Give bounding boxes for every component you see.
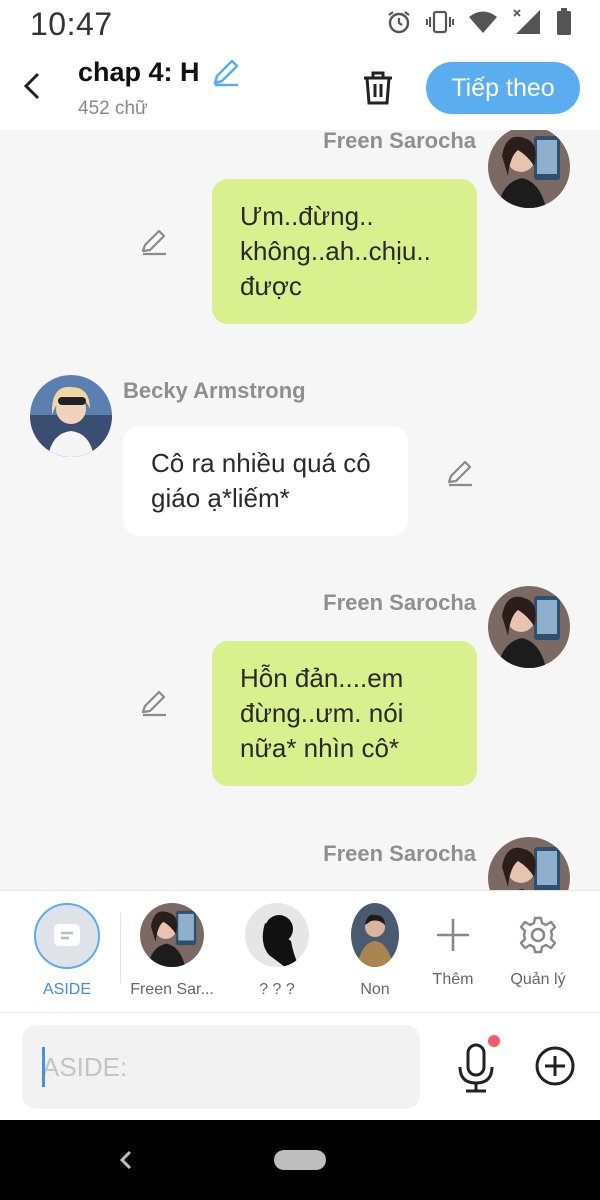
signal-icon [513,9,540,34]
trash-icon [364,71,392,105]
message-bubble[interactable]: Cô ra nhiều quá cô giáo ạ*liếm* [123,426,408,536]
avatar [351,903,399,967]
aside-icon [54,924,80,946]
character-label: Non [360,981,390,998]
message-input[interactable] [22,1025,420,1109]
character-unknown[interactable]: ? ? ? [232,903,322,999]
nav-home-button[interactable] [274,1150,326,1170]
wifi-icon [469,11,497,33]
status-icons [386,8,572,36]
avatar[interactable] [30,375,112,457]
speaker-name: Becky Armstrong [123,378,306,403]
recording-dot [488,1035,500,1047]
avatar[interactable] [488,586,570,668]
avatar [140,903,204,967]
word-count: 452 chữ [78,98,148,119]
divider [120,913,121,983]
delete-button[interactable] [356,66,400,110]
gear-icon-wrap [506,903,570,967]
add-circle-icon[interactable] [534,1045,576,1087]
plus-icon [437,919,469,951]
chat-area[interactable]: Freen Sarocha Ưm..đừng.. không..ah..chịu… [0,130,600,890]
character-bar: ASIDE Freen Sar... ? ? ? Non Thêm Quản l… [0,890,600,1012]
message-bubble[interactable]: Ưm..đừng.. không..ah..chịu.. được [212,179,477,324]
character-aside[interactable]: ASIDE [22,903,112,999]
edit-message-icon[interactable] [138,226,170,258]
chapter-title: chap 4: H [78,56,200,87]
edit-message-icon[interactable] [444,457,476,489]
battery-icon [557,8,571,35]
character-freen[interactable]: Freen Sar... [127,903,217,999]
avatar[interactable] [488,837,570,890]
edit-title-icon[interactable] [210,56,242,88]
system-nav-bar [0,1120,600,1200]
speaker-name: Freen Sarocha [323,130,476,153]
character-label: Freen Sar... [130,981,214,998]
speaker-name: Freen Sarocha [323,590,476,615]
manage-characters-button[interactable]: Quản lý [493,903,583,989]
input-bar [0,1012,600,1120]
status-bar: 10:47 [0,0,600,48]
next-button[interactable]: Tiếp theo [426,62,580,114]
vibrate-icon [426,10,454,34]
title-row[interactable]: chap 4: H [78,56,242,88]
status-time: 10:47 [30,6,113,42]
gear-icon [519,916,557,954]
message-bubble[interactable]: Hỗn đản....em đừng..ưm. nói nữa* nhìn cô… [212,641,477,786]
text-caret [42,1047,45,1087]
character-label: Quản lý [510,971,566,988]
back-button[interactable] [14,66,50,106]
silhouette-icon [262,915,299,967]
character-label: Thêm [432,971,474,988]
back-arrow-icon [23,72,40,100]
character-label: ? ? ? [259,981,295,998]
avatar [245,903,309,967]
avatar[interactable] [488,130,570,208]
alarm-icon [388,11,410,34]
add-character-button[interactable]: Thêm [408,903,498,989]
plus-icon-wrap [421,903,485,967]
mic-icon[interactable] [454,1041,498,1095]
character-non[interactable]: Non [330,903,420,999]
edit-message-icon[interactable] [138,687,170,719]
speaker-name: Freen Sarocha [323,841,476,866]
aside-avatar [34,903,100,969]
nav-back-icon[interactable] [112,1146,140,1174]
character-label: ASIDE [42,981,91,998]
chapter-header: chap 4: H 452 chữ Tiếp theo [0,48,600,130]
